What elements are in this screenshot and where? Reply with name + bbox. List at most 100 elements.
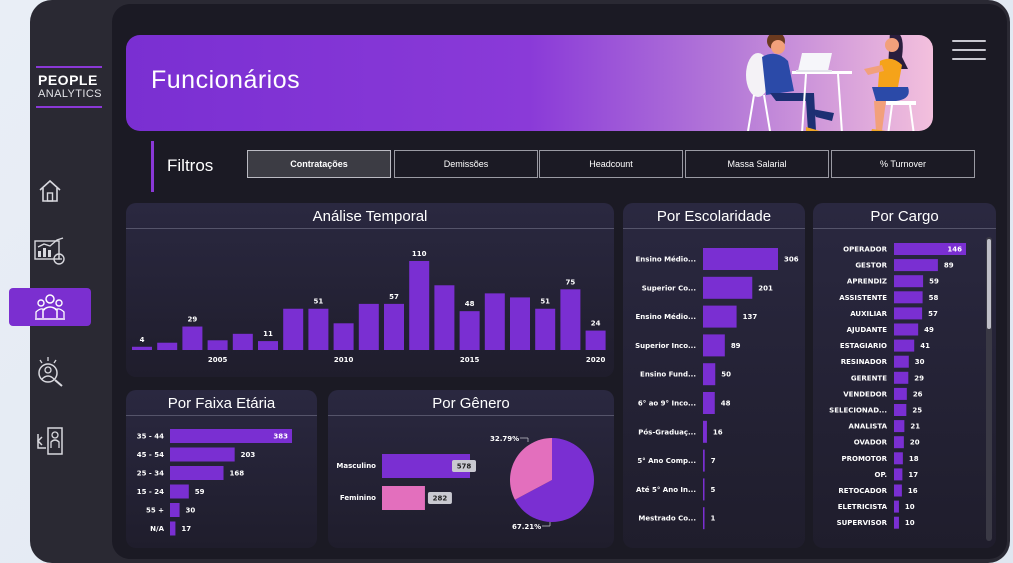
bar-mark (894, 420, 905, 433)
bar-value-label: 59 (929, 278, 939, 286)
bar-mark (703, 276, 753, 299)
bar-value-label: 89 (731, 342, 741, 350)
hamburger-menu-icon[interactable] (952, 40, 986, 64)
bar-value-label: 17 (181, 525, 191, 533)
exit-door-icon (36, 427, 63, 455)
genero-bar (382, 486, 425, 510)
bar-value-label: 41 (920, 342, 930, 350)
temporal-bar (409, 261, 430, 350)
bar-category-label: PROMOTOR (841, 455, 887, 463)
bar-mark (170, 466, 224, 480)
tab-headcount[interactable]: Headcount (539, 150, 683, 178)
cargo-scroll-thumb[interactable] (987, 239, 991, 329)
bar-mark (894, 339, 915, 352)
team-icon (35, 294, 65, 320)
tab-massa-salarial[interactable]: Massa Salarial (685, 150, 829, 178)
bar-category-label: Ensino Médio... (636, 256, 696, 264)
temporal-x-tick: 2010 (334, 356, 354, 364)
panel-cargo: Por Cargo OPERADOR 146 GESTOR 89 APRENDIZ 59 A… (813, 203, 996, 548)
person-search-icon (38, 357, 63, 387)
bar-mark (170, 484, 189, 499)
bar-value-label: 18 (909, 455, 919, 463)
sidebar-item-recruit[interactable] (9, 352, 91, 390)
bar-category-label: ESTAGIARIO (840, 342, 887, 350)
chart-temporal: 4 29 2005 11 51 2010 57 110 48 2015 51 75 24 2020 (132, 250, 606, 364)
bar-category-label: Pós-Graduaç... (638, 428, 696, 436)
bar-category-label: 5° Ano Comp... (637, 457, 696, 465)
bar-category-label: 55 + (146, 507, 164, 515)
sidebar-item-home[interactable] (9, 172, 91, 210)
bar-mark (894, 387, 907, 400)
temporal-x-tick: 2020 (586, 356, 606, 364)
bar-mark (894, 452, 903, 465)
temporal-bar (560, 289, 581, 350)
bar-mark (703, 478, 705, 501)
bar-category-label: RESINADOR (841, 358, 888, 366)
temporal-bar (434, 285, 455, 350)
bar-mark (170, 521, 176, 536)
filters-label: Filtros (167, 156, 214, 175)
tab-contratacoes[interactable]: Contratações (247, 150, 391, 178)
temporal-bar (283, 308, 304, 350)
temporal-data-label: 57 (389, 293, 399, 301)
bar-category-label: Superior Co... (642, 284, 696, 292)
bar-value-label: 137 (743, 313, 758, 321)
brand-line-2: ANALYTICS (38, 88, 102, 100)
bar-value-label: 306 (784, 256, 799, 264)
bar-category-label: OP. (875, 471, 887, 479)
temporal-bar (358, 303, 379, 350)
chart-faixa-etaria: 35 - 44 383 45 - 54 203 25 - 34 168 15 - 24 59 5… (137, 429, 292, 536)
bar-mark (894, 307, 923, 320)
temporal-bar (333, 323, 354, 350)
bar-value-label: 16 (908, 487, 918, 495)
bar-category-label: Até 5° Ano In... (636, 486, 696, 494)
bar-category-label: AJUDANTE (847, 326, 888, 334)
bar-value-label: 58 (929, 294, 939, 302)
bar-mark (894, 436, 904, 449)
temporal-bar (232, 333, 253, 350)
bar-category-label: AUXILIAR (850, 310, 887, 318)
temporal-data-label: 51 (540, 298, 550, 306)
temporal-data-label: 75 (566, 278, 576, 286)
bar-value-label: 29 (914, 374, 924, 382)
bar-category-label: Superior Inco... (635, 342, 696, 350)
bar-value-label: 16 (713, 428, 723, 436)
temporal-bar (182, 326, 203, 350)
bar-value-label: 30 (186, 507, 196, 515)
temporal-data-label: 51 (314, 298, 324, 306)
sidebar-item-dashboard[interactable] (9, 232, 91, 270)
bar-category-label: SELECIONAD... (829, 407, 887, 415)
genero-category-label: Feminino (340, 494, 376, 502)
pie-label: 67.21% (512, 523, 541, 531)
sidebar-item-team[interactable] (9, 288, 91, 326)
bar-category-label: SUPERVISOR (837, 519, 888, 527)
panel-faixa-etaria: Por Faixa Etária 35 - 44 383 45 - 54 203 25 … (126, 390, 317, 548)
bar-mark (894, 323, 919, 336)
bar-category-label: ANALISTA (849, 423, 888, 431)
filter-accent-bar (151, 141, 154, 192)
pie-label: 32.79% (490, 435, 519, 443)
genero-value-label: 578 (457, 463, 472, 471)
bar-mark (894, 259, 938, 272)
panel-analise-temporal: Análise Temporal 4 29 2005 11 51 2010 57 110 48 2… (126, 203, 614, 377)
bar-mark (894, 484, 902, 497)
temporal-bar (585, 330, 606, 350)
tab-demissoes[interactable]: Demissões (394, 150, 538, 178)
temporal-data-label: 11 (263, 330, 273, 338)
bar-category-label: OVADOR (854, 439, 888, 447)
brand-line-1: PEOPLE (38, 72, 98, 88)
bar-category-label: ASSISTENTE (839, 294, 887, 302)
sidebar-item-exit[interactable] (9, 422, 91, 460)
temporal-bar (157, 342, 178, 350)
tab-turnover[interactable]: % Turnover (831, 150, 975, 178)
temporal-bar (308, 308, 329, 350)
brand-logo: PEOPLE ANALYTICS (36, 66, 102, 108)
bar-category-label: 35 - 44 (137, 433, 164, 441)
bar-value-label: 48 (721, 400, 731, 408)
bar-category-label: Ensino Médio... (636, 313, 696, 321)
bar-mark (703, 507, 705, 530)
bar-value-label: 26 (913, 390, 923, 398)
bar-category-label: GERENTE (851, 374, 887, 382)
bar-mark (894, 371, 909, 384)
bar-mark (170, 447, 235, 462)
